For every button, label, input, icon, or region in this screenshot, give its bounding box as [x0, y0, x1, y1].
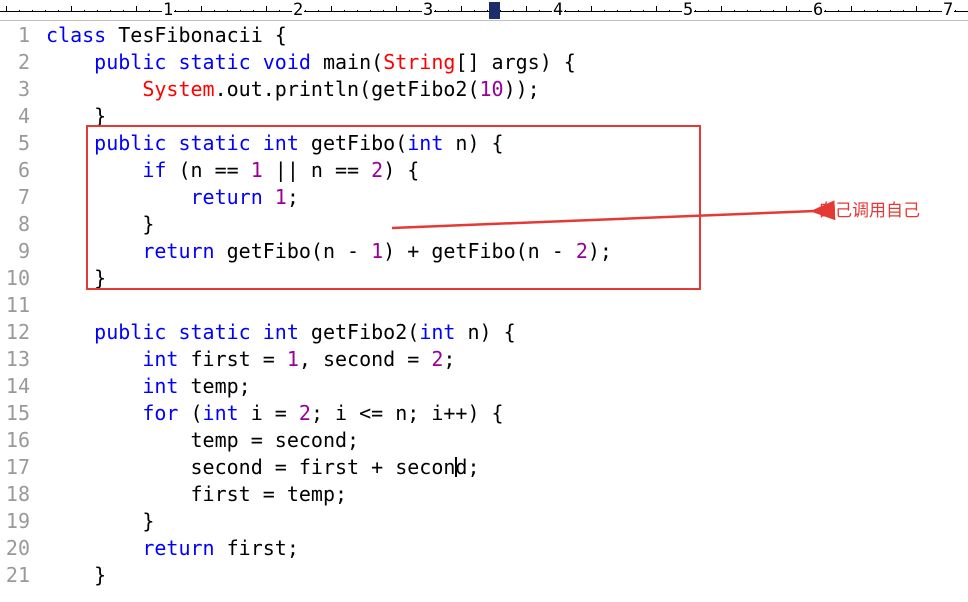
annotation-label: 自己调用自己	[818, 201, 920, 221]
annotation-arrow	[391, 200, 836, 230]
